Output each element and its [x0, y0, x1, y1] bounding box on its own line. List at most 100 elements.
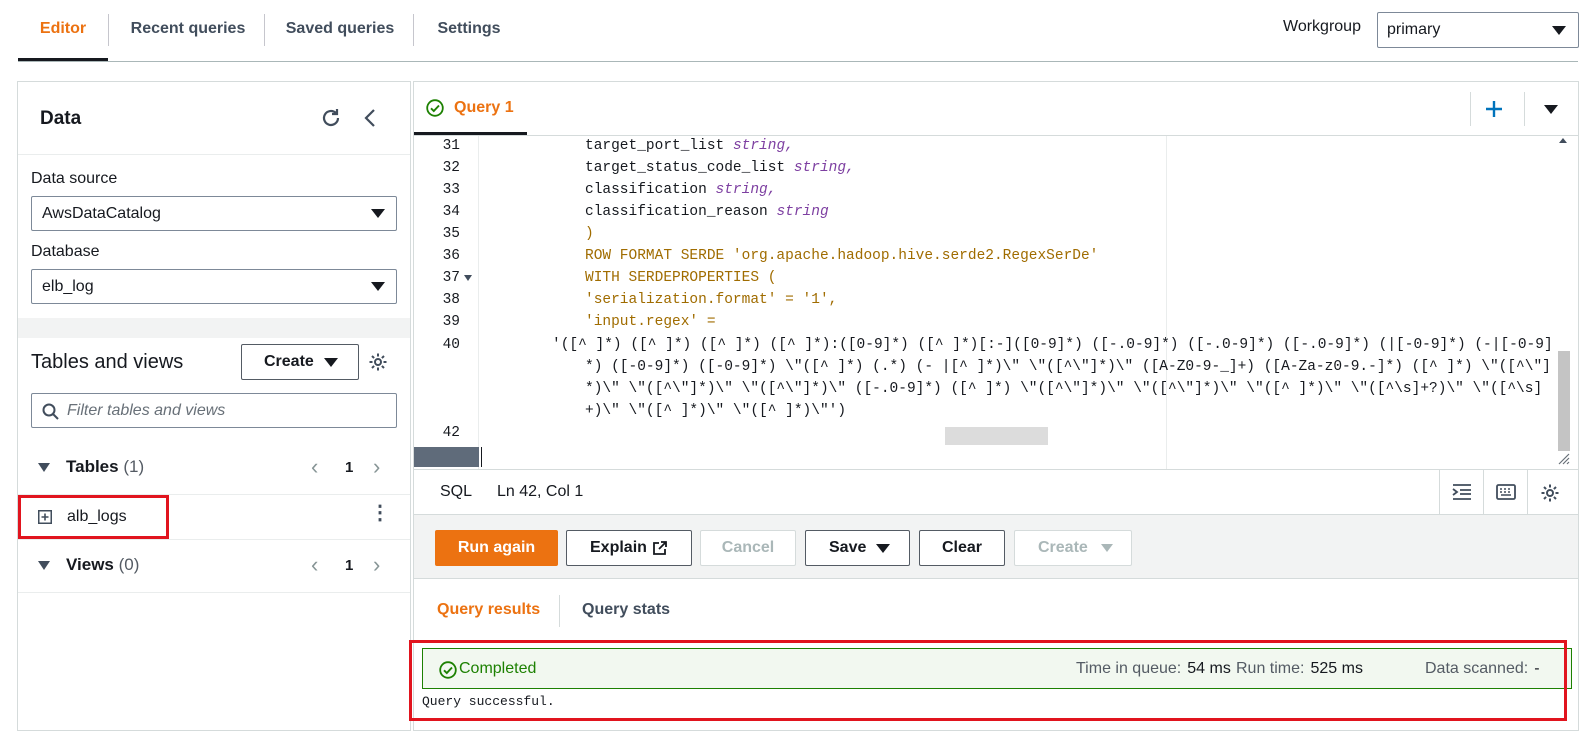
success-check-icon	[426, 99, 444, 117]
redacted-account-id	[945, 427, 1048, 445]
code-line: WITH SERDEPROPERTIES (	[585, 270, 777, 286]
tab-menu-caret-icon[interactable]	[1544, 105, 1558, 114]
line-number: 37	[442, 270, 460, 286]
top-tab-bar: Editor Recent queries Saved queries Sett…	[0, 0, 1595, 62]
divider	[1470, 92, 1471, 126]
code-line: ROW FORMAT SERDE 'org.apache.hadoop.hive…	[585, 248, 1099, 264]
create-button-label: Create	[264, 353, 314, 370]
tab-divider	[413, 14, 414, 46]
line-number: 39	[442, 314, 460, 330]
data-panel-title: Data	[40, 108, 82, 129]
tab-divider	[108, 14, 109, 46]
caret-down-icon	[876, 544, 890, 553]
results-tab-bar: Query results Query stats	[414, 579, 1578, 641]
line-number: 40	[442, 337, 460, 353]
query-editor-panel: Query 1 31 32 33 34 35 36 37 38 39 40 42…	[409, 81, 1579, 731]
tab-saved-queries[interactable]: Saved queries	[273, 0, 407, 60]
tables-section-label[interactable]: Tables (1)	[66, 457, 144, 477]
code-line: )	[585, 226, 594, 242]
query-tab-bar: Query 1	[414, 82, 1578, 136]
divider	[559, 595, 560, 627]
section-divider	[18, 318, 410, 338]
format-query-button[interactable]	[1439, 470, 1483, 515]
save-button[interactable]: Save	[805, 530, 910, 566]
sql-code-editor[interactable]: 31 32 33 34 35 36 37 38 39 40 42 target_…	[414, 136, 1578, 469]
chevron-right-icon[interactable]: ›	[373, 456, 380, 478]
clear-button[interactable]: Clear	[919, 530, 1005, 566]
code-line: target_status_code_list string,	[585, 160, 855, 176]
views-label: Views	[66, 555, 114, 574]
explain-button[interactable]: Explain	[566, 530, 692, 566]
code-line: '([^ ]*) ([^ ]*) ([^ ]*) ([^ ]*):([0-9]*…	[552, 337, 1553, 353]
current-line-number	[414, 447, 479, 467]
line-number: 35	[442, 226, 460, 242]
chevron-down-icon	[371, 282, 385, 291]
line-number: 42	[442, 425, 460, 441]
line-number: 33	[442, 182, 460, 198]
tables-and-views-title: Tables and views	[31, 351, 184, 373]
chevron-left-icon[interactable]: ‹	[311, 554, 318, 576]
create-label: Create	[1038, 539, 1088, 556]
cancel-button[interactable]: Cancel	[700, 530, 796, 566]
create-button[interactable]: Create	[241, 344, 359, 380]
workgroup-select[interactable]: primary	[1377, 12, 1579, 48]
caret-down-icon[interactable]	[38, 463, 50, 472]
workgroup-label: Workgroup	[1283, 18, 1361, 35]
database-select[interactable]: elb_log	[31, 269, 397, 304]
line-number-gutter: 31 32 33 34 35 36 37 38 39 40 42	[414, 136, 479, 469]
query-tab-label: Query 1	[454, 99, 514, 116]
divider	[18, 539, 410, 540]
views-page-number: 1	[345, 557, 354, 574]
chevron-down-icon	[371, 209, 385, 218]
data-source-select[interactable]: AwsDataCatalog	[31, 196, 397, 231]
chevron-left-icon[interactable]: ‹	[311, 456, 318, 478]
tab-query-results[interactable]: Query results	[437, 601, 540, 619]
scroll-up-icon[interactable]	[1558, 136, 1568, 144]
add-tab-icon[interactable]	[1485, 100, 1503, 118]
tab-recent-queries[interactable]: Recent queries	[118, 0, 258, 60]
code-line: target_port_list string,	[585, 138, 794, 154]
filter-tables-input[interactable]: Filter tables and views	[31, 393, 397, 428]
views-section-label[interactable]: Views (0)	[66, 555, 139, 575]
more-options-icon[interactable]: ⋮	[370, 503, 390, 523]
gear-icon	[1541, 484, 1559, 502]
tab-query-stats[interactable]: Query stats	[582, 601, 670, 619]
indent-icon	[1452, 484, 1471, 500]
tab-divider	[264, 14, 265, 46]
keyboard-icon	[1496, 484, 1516, 500]
caret-down-icon[interactable]	[38, 561, 50, 570]
database-label: Database	[31, 243, 100, 260]
code-line-wrapped: *) ([-0-9]*) ([-0-9]*) \"([^ ]*) (.*) (-…	[585, 359, 1551, 375]
resize-handle-icon[interactable]	[1558, 453, 1570, 465]
line-number: 34	[442, 204, 460, 220]
code-line: classification string,	[585, 182, 777, 198]
chevron-down-icon	[1552, 26, 1566, 35]
refresh-icon[interactable]	[320, 107, 342, 129]
collapse-left-icon[interactable]	[360, 107, 380, 129]
create-table-button[interactable]: Create	[1014, 530, 1132, 566]
editor-scrollbar[interactable]	[1558, 351, 1570, 451]
tab-baseline	[18, 61, 1578, 62]
code-line-wrapped: *)\" \"([^\"]*)\" \"([^\"]*)\" ([-.0-9]*…	[585, 381, 1543, 397]
code-line: classification_reason string	[585, 204, 829, 220]
explain-label: Explain	[590, 539, 647, 556]
editor-status-bar: SQL Ln 42, Col 1	[414, 469, 1578, 515]
fold-caret-icon[interactable]	[464, 275, 472, 281]
keyboard-shortcuts-button[interactable]	[1483, 470, 1527, 515]
data-source-value: AwsDataCatalog	[42, 205, 161, 222]
external-link-icon	[653, 541, 667, 555]
tab-editor[interactable]: Editor	[18, 0, 108, 60]
gear-icon[interactable]	[368, 352, 388, 372]
tab-settings[interactable]: Settings	[424, 0, 514, 60]
run-again-button[interactable]: Run again	[435, 530, 558, 566]
line-number: 36	[442, 248, 460, 264]
editor-settings-button[interactable]	[1527, 470, 1571, 515]
chevron-right-icon[interactable]: ›	[373, 554, 380, 576]
highlight-annotation	[18, 495, 169, 539]
search-icon	[42, 403, 59, 420]
language-indicator: SQL	[440, 483, 473, 500]
query-tab[interactable]: Query 1	[414, 82, 527, 135]
active-query-tab-indicator	[414, 132, 527, 135]
code-line-wrapped: +)\" \"([^ ]*)\" \"([^ ]*)\"')	[585, 403, 847, 419]
cursor-position: Ln 42, Col 1	[497, 483, 584, 500]
